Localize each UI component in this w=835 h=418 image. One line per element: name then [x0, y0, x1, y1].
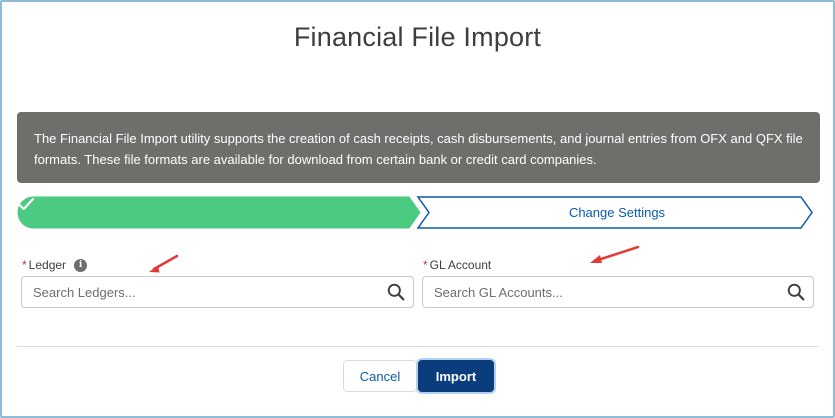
search-icon[interactable]	[787, 283, 805, 301]
path-step-current-label: Change Settings	[568, 205, 666, 220]
modal-title: Financial File Import	[293, 22, 542, 52]
ledger-label: * Ledger i	[22, 258, 88, 272]
import-button[interactable]: Import	[418, 360, 494, 392]
info-banner-text: The Financial File Import utility suppor…	[34, 131, 803, 167]
progress-path: Change Settings	[17, 196, 814, 229]
ledger-lookup	[21, 276, 414, 308]
gl-account-lookup	[422, 276, 814, 308]
gl-account-label-text: GL Account	[429, 258, 492, 272]
cancel-button[interactable]: Cancel	[343, 360, 417, 392]
import-modal: Financial File Import The Financial File…	[0, 0, 835, 418]
info-banner: The Financial File Import utility suppor…	[17, 112, 820, 183]
search-icon[interactable]	[387, 283, 405, 301]
gl-account-search-input[interactable]	[423, 277, 787, 307]
path-step-complete[interactable]	[17, 196, 421, 229]
annotation-arrow-icon	[590, 245, 640, 263]
check-icon	[17, 197, 35, 211]
ledger-search-input[interactable]	[22, 277, 387, 307]
gl-account-label: * GL Account	[423, 258, 491, 272]
ledger-label-text: Ledger	[28, 258, 67, 272]
required-marker: *	[22, 258, 27, 272]
required-marker: *	[423, 258, 428, 272]
footer-divider	[17, 346, 818, 347]
annotation-arrow-icon	[149, 254, 179, 273]
info-icon[interactable]: i	[74, 258, 88, 272]
